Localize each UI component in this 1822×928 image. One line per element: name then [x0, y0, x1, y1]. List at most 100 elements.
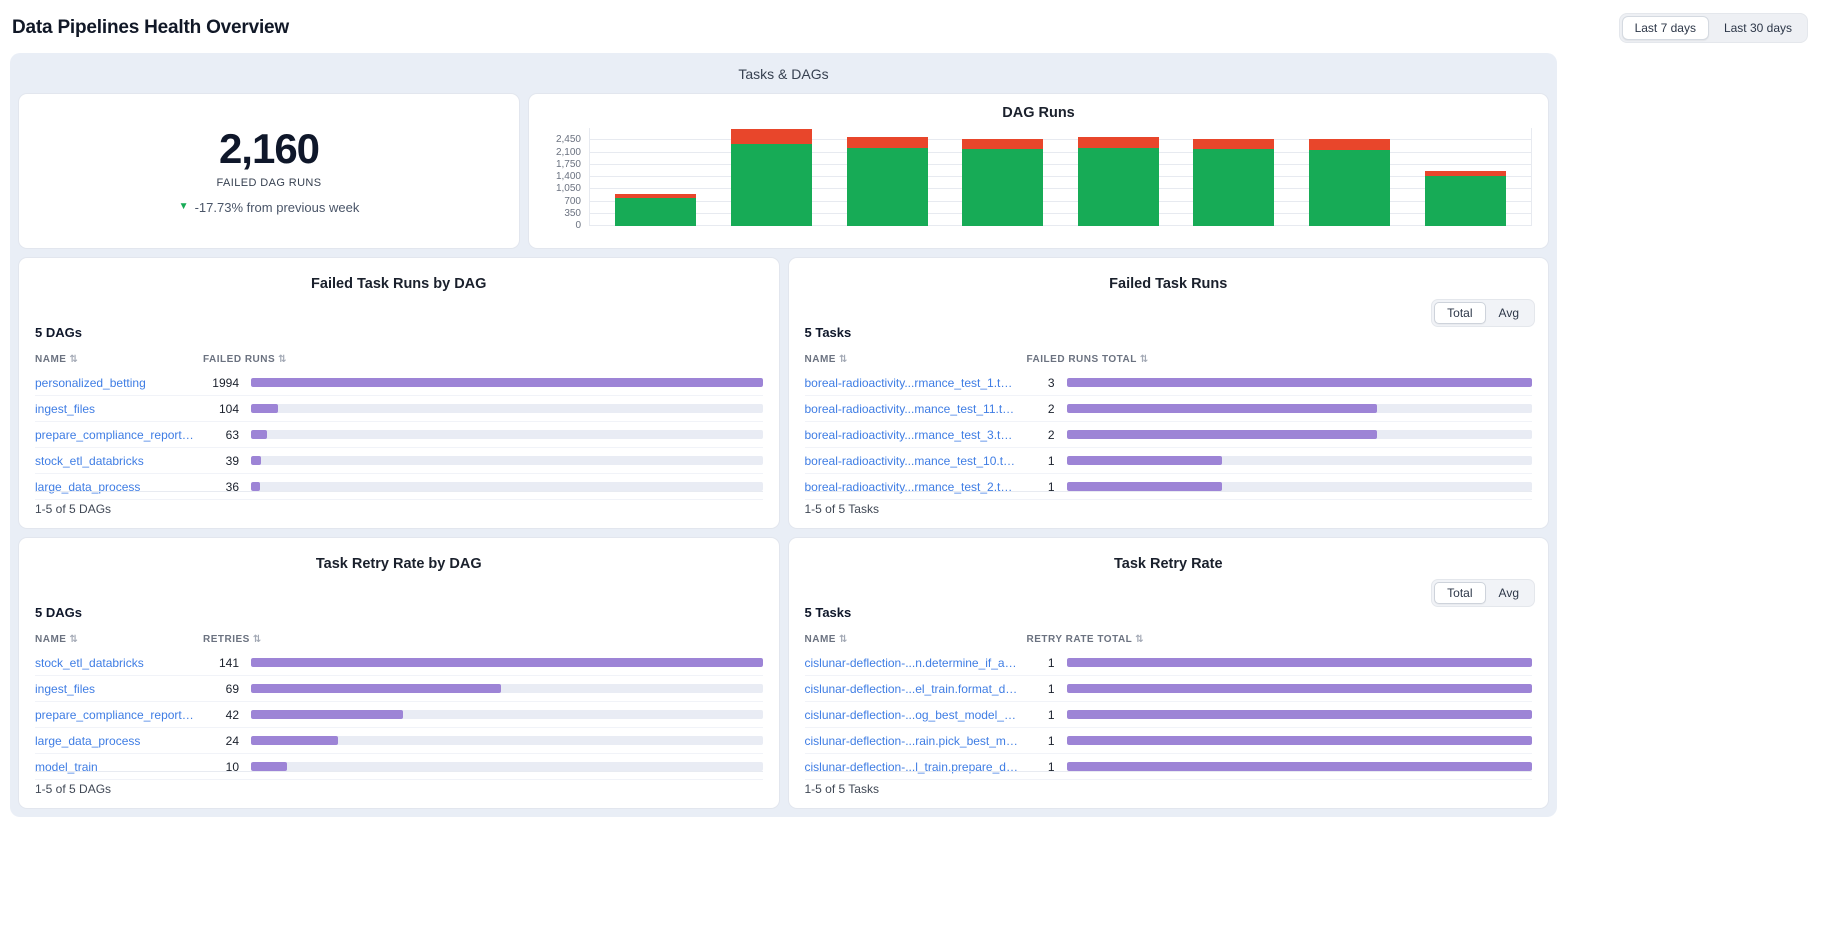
chart-title: DAG Runs [545, 105, 1532, 121]
toggle-total-button[interactable]: Total [1434, 302, 1485, 324]
bar-cell [251, 658, 763, 667]
count-label: 5 Tasks [805, 605, 1533, 620]
bar-slot [945, 128, 1061, 226]
column-header-value[interactable]: FAILED RUNS⇅ [203, 354, 763, 365]
y-axis-tick-label: 1,050 [556, 183, 581, 194]
stat-value: 2,160 [219, 127, 319, 171]
table-header-row: NAME⇅RETRIES⇅ [35, 628, 763, 650]
dag-link[interactable]: prepare_compliance_report_ny [35, 708, 203, 722]
failed-runs-segment [1193, 139, 1274, 149]
dag-runs-bar[interactable] [1309, 128, 1390, 226]
bar-track [1067, 482, 1533, 491]
dag-link[interactable]: ingest_files [35, 682, 203, 696]
failed-runs-segment [731, 129, 812, 143]
table-row: cislunar-deflection-...rain.pick_best_mo… [805, 728, 1533, 754]
bar-fill [1067, 710, 1533, 719]
dag-runs-bar[interactable] [1078, 128, 1159, 226]
card-title: Task Retry Rate by DAG [35, 556, 763, 572]
task-link[interactable]: cislunar-deflection-...rain.pick_best_mo… [805, 734, 1027, 748]
bar-fill [251, 658, 763, 667]
row-value: 2 [1027, 402, 1067, 416]
column-header-name[interactable]: NAME⇅ [805, 354, 1027, 365]
task-link[interactable]: cislunar-deflection-...og_best_model_to_… [805, 708, 1027, 722]
column-header-value[interactable]: RETRIES⇅ [203, 634, 763, 645]
dag-link[interactable]: stock_etl_databricks [35, 656, 203, 670]
column-header-name[interactable]: NAME⇅ [805, 634, 1027, 645]
dag-link[interactable]: large_data_process [35, 734, 203, 748]
time-range-last-30-days-button[interactable]: Last 30 days [1711, 16, 1805, 40]
task-link[interactable]: boreal-radioactivity...rmance_test_3.tas… [805, 428, 1027, 442]
dag-runs-bar[interactable] [962, 128, 1043, 226]
failed-runs-segment [1309, 139, 1390, 150]
bar-fill [1067, 658, 1533, 667]
y-axis-tick-label: 2,450 [556, 134, 581, 145]
task-link[interactable]: boreal-radioactivity...rmance_test_1.tas… [805, 376, 1027, 390]
column-header-name[interactable]: NAME⇅ [35, 354, 203, 365]
dag-runs-bar[interactable] [1193, 128, 1274, 226]
successful-runs-segment [1078, 148, 1159, 226]
row-value: 1 [1027, 454, 1067, 468]
bar-track [1067, 404, 1533, 413]
bar-fill [1067, 378, 1533, 387]
y-axis-tick-label: 0 [575, 220, 581, 231]
card-title: Task Retry Rate [805, 556, 1533, 572]
dag-link[interactable]: personalized_betting [35, 376, 203, 390]
bar-cell [1067, 684, 1533, 693]
failed-runs-by-dag-table: NAME⇅FAILED RUNS⇅personalized_betting199… [35, 348, 763, 500]
trend-down-icon: ▼ [179, 202, 189, 212]
successful-runs-segment [1193, 149, 1274, 226]
dag-link[interactable]: ingest_files [35, 402, 203, 416]
column-header-value[interactable]: RETRY RATE TOTAL⇅ [1027, 634, 1533, 645]
bar-cell [1067, 736, 1533, 745]
toggle-total-button[interactable]: Total [1434, 582, 1485, 604]
bar-slot [1407, 128, 1523, 226]
toggle-avg-button[interactable]: Avg [1486, 302, 1532, 324]
failed-task-runs-by-dag-card: Failed Task Runs by DAG 5 DAGs NAME⇅FAIL… [18, 257, 780, 529]
task-link[interactable]: cislunar-deflection-...el_train.format_d… [805, 682, 1027, 696]
dag-runs-bar[interactable] [847, 128, 928, 226]
sort-icon: ⇅ [69, 634, 78, 645]
pagination-label: 1-5 of 5 Tasks [805, 771, 1533, 808]
bar-fill [1067, 404, 1377, 413]
row-value: 1 [1027, 734, 1067, 748]
sort-icon: ⇅ [1135, 634, 1144, 645]
bar-slot [1292, 128, 1408, 226]
dag-runs-bar[interactable] [731, 128, 812, 226]
dag-runs-bar[interactable] [615, 128, 696, 226]
time-range-last-7-days-button[interactable]: Last 7 days [1622, 16, 1709, 40]
bar-track [251, 456, 763, 465]
sort-icon: ⇅ [839, 634, 848, 645]
time-range-control: Last 7 days Last 30 days [1619, 13, 1808, 43]
task-link[interactable]: cislunar-deflection-...n.determine_if_al… [805, 656, 1027, 670]
sort-icon: ⇅ [839, 354, 848, 365]
bar-slot [598, 128, 714, 226]
row-value: 39 [203, 454, 251, 468]
retry-rate-by-dag-table: NAME⇅RETRIES⇅stock_etl_databricks141inge… [35, 628, 763, 780]
column-header-name[interactable]: NAME⇅ [35, 634, 203, 645]
row-value: 1 [1027, 656, 1067, 670]
toggle-avg-button[interactable]: Avg [1486, 582, 1532, 604]
bar-track [251, 378, 763, 387]
dag-link[interactable]: prepare_compliance_report_ny [35, 428, 203, 442]
bar-slot [1176, 128, 1292, 226]
bar-track [1067, 710, 1533, 719]
bar-fill [251, 710, 403, 719]
row-value: 63 [203, 428, 251, 442]
column-header-value[interactable]: FAILED RUNS TOTAL⇅ [1027, 354, 1533, 365]
bar-cell [251, 684, 763, 693]
task-link[interactable]: boreal-radioactivity...mance_test_11.tas… [805, 402, 1027, 416]
bar-cell [1067, 762, 1533, 771]
bar-cell [251, 482, 763, 491]
table-header-row: NAME⇅FAILED RUNS TOTAL⇅ [805, 348, 1533, 370]
table-row: cislunar-deflection-...og_best_model_to_… [805, 702, 1533, 728]
bar-cell [251, 736, 763, 745]
successful-runs-segment [615, 198, 696, 226]
task-link[interactable]: boreal-radioactivity...mance_test_10.tas… [805, 454, 1027, 468]
bar-fill [251, 404, 278, 413]
dag-link[interactable]: stock_etl_databricks [35, 454, 203, 468]
failed-dag-runs-stat-card: 2,160 FAILED DAG RUNS ▼ -17.73% from pre… [18, 93, 520, 249]
successful-runs-segment [1309, 150, 1390, 226]
dag-runs-bar[interactable] [1425, 128, 1506, 226]
y-axis-tick-label: 2,100 [556, 147, 581, 158]
bar-track [251, 762, 763, 771]
